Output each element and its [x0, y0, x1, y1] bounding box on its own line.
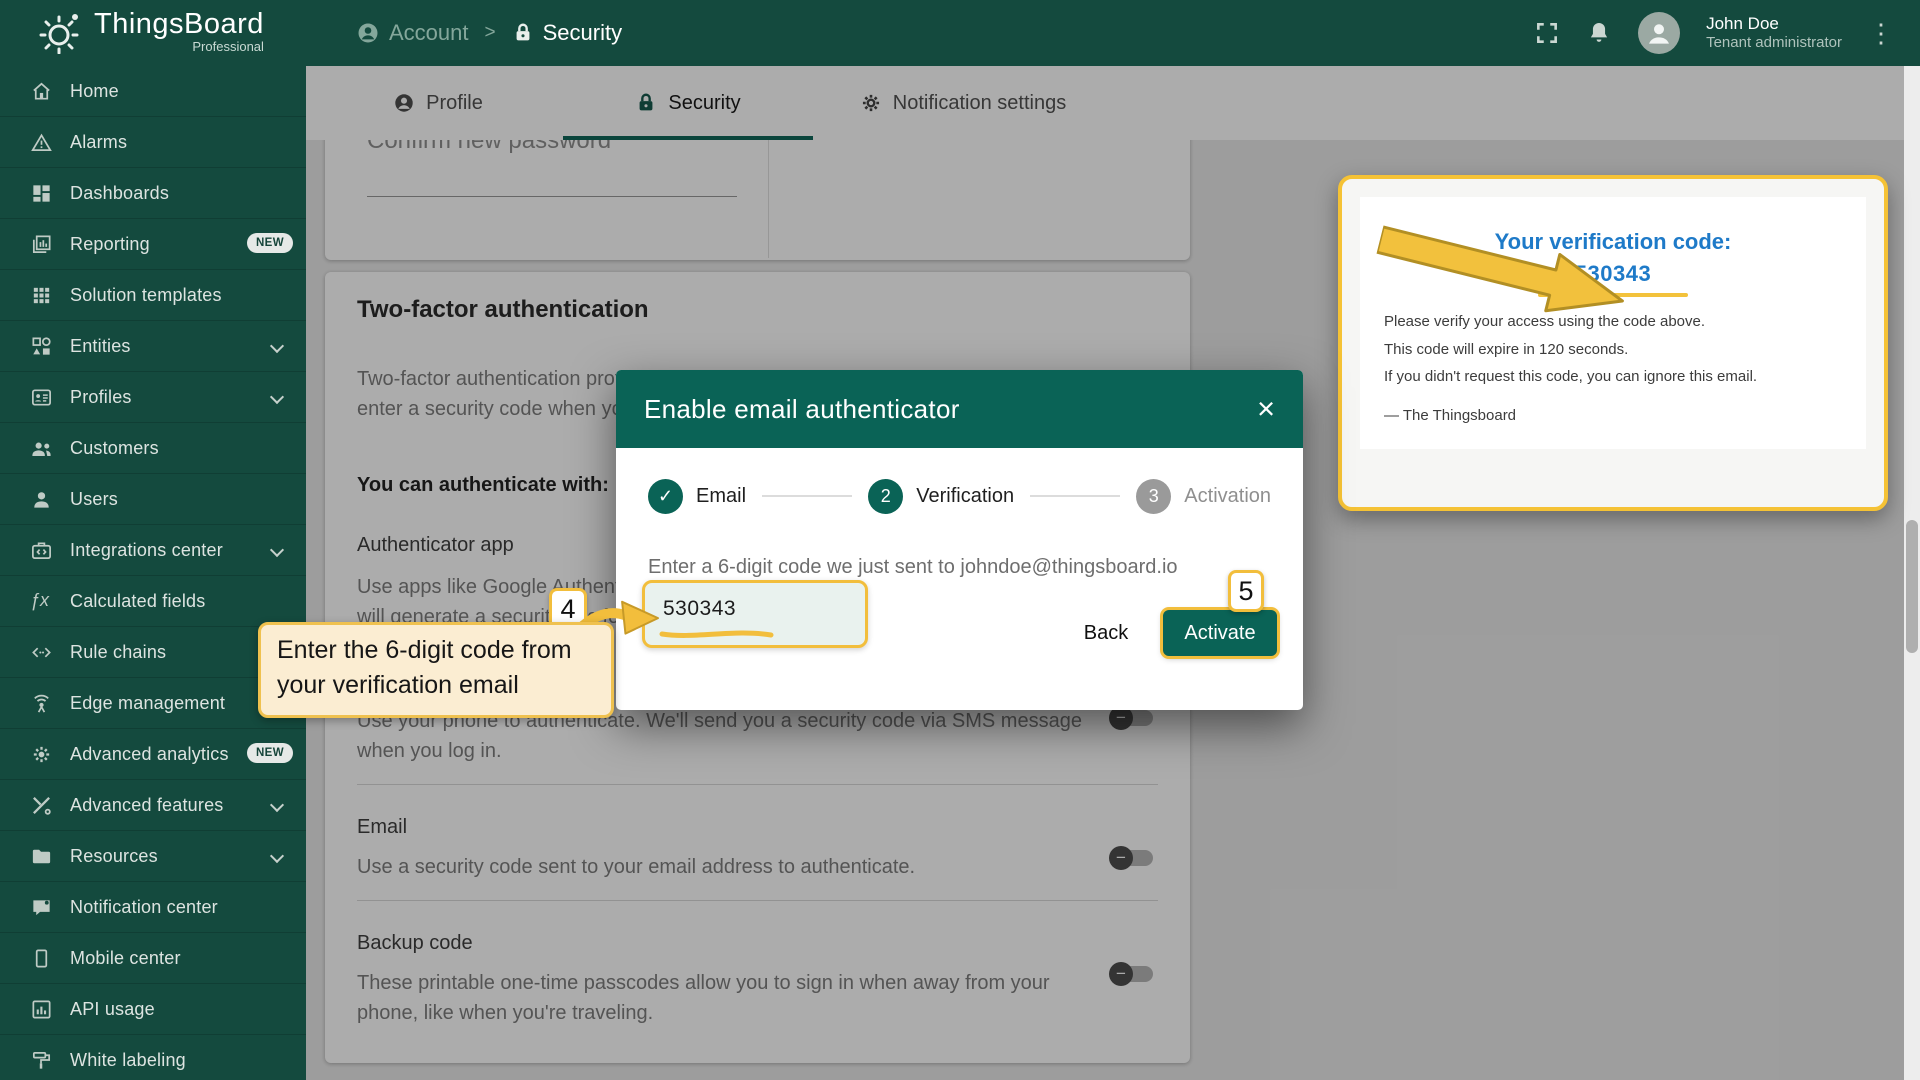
notification-center-icon	[30, 896, 53, 919]
sidebar: Home Alarms Dashboards Reporting NEW Sol…	[0, 66, 306, 1080]
rule-chains-icon	[30, 641, 53, 664]
dialog-instruction: Enter a 6-digit code we just sent to joh…	[648, 556, 1178, 579]
sidebar-item-api-usage[interactable]: API usage	[0, 984, 306, 1035]
email-signature: — The Thingsboard	[1384, 407, 1516, 424]
chevron-down-icon	[270, 849, 284, 863]
sidebar-item-alarms[interactable]: Alarms	[0, 117, 306, 168]
breadcrumb-account[interactable]: Account	[356, 20, 469, 46]
resources-folder-icon	[30, 845, 53, 868]
avatar[interactable]	[1638, 12, 1680, 54]
user-role: Tenant administrator	[1706, 34, 1842, 53]
brand-name: ThingsBoard	[94, 8, 264, 41]
alarms-icon	[30, 131, 53, 154]
customers-icon	[30, 437, 53, 460]
verification-code-input[interactable]	[663, 597, 843, 621]
step-activation[interactable]: 3 Activation	[1136, 479, 1271, 514]
enable-email-authenticator-dialog: Enable email authenticator × ✓ Email 2 V…	[616, 370, 1303, 710]
users-icon	[30, 488, 53, 511]
app-header: ThingsBoard Professional Account >	[0, 0, 1920, 66]
entities-icon	[30, 335, 53, 358]
annotation-tooltip: Enter the 6-digit code from your verific…	[258, 622, 614, 718]
thingsboard-logo-icon	[38, 8, 84, 54]
breadcrumb: Account > Security	[356, 0, 622, 66]
sidebar-item-resources[interactable]: Resources	[0, 831, 306, 882]
dashboards-icon	[30, 182, 53, 205]
account-person-icon	[356, 21, 380, 45]
verification-email-preview: Your verification code: 530343 Please ve…	[1338, 175, 1888, 511]
sidebar-item-white-labeling[interactable]: White labeling	[0, 1035, 306, 1080]
user-info[interactable]: John Doe Tenant administrator	[1706, 13, 1842, 53]
close-icon[interactable]: ×	[1247, 390, 1285, 428]
sidebar-item-home[interactable]: Home	[0, 66, 306, 117]
fullscreen-icon[interactable]	[1534, 20, 1560, 46]
sidebar-item-reporting[interactable]: Reporting NEW	[0, 219, 306, 270]
sidebar-item-customers[interactable]: Customers	[0, 423, 306, 474]
new-badge: NEW	[247, 233, 293, 253]
sidebar-item-solution-templates[interactable]: Solution templates	[0, 270, 306, 321]
advanced-features-icon	[30, 794, 53, 817]
email-line: This code will expire in 120 seconds.	[1384, 341, 1628, 358]
step-number: 3	[1136, 479, 1171, 514]
sidebar-item-calculated-fields[interactable]: ƒx Calculated fields	[0, 576, 306, 627]
sidebar-item-profiles[interactable]: Profiles	[0, 372, 306, 423]
header-actions: John Doe Tenant administrator ⋮	[1534, 0, 1894, 66]
stepper-connector	[1030, 495, 1120, 497]
lock-icon	[512, 22, 534, 44]
annotation-underline	[659, 627, 779, 641]
step-check-icon: ✓	[648, 479, 683, 514]
step-verification[interactable]: 2 Verification	[868, 479, 1014, 514]
breadcrumb-separator: >	[485, 22, 496, 44]
white-labeling-icon	[30, 1049, 53, 1072]
notifications-bell-icon[interactable]	[1586, 20, 1612, 46]
annotation-step-5-badge: 5	[1228, 570, 1264, 612]
sidebar-item-notification-center[interactable]: Notification center	[0, 882, 306, 933]
sidebar-item-dashboards[interactable]: Dashboards	[0, 168, 306, 219]
sidebar-item-users[interactable]: Users	[0, 474, 306, 525]
breadcrumb-security: Security	[512, 20, 622, 46]
chevron-down-icon	[270, 543, 284, 557]
dialog-title: Enable email authenticator	[644, 394, 960, 425]
sidebar-item-mobile-center[interactable]: Mobile center	[0, 933, 306, 984]
brand: ThingsBoard Professional	[38, 8, 264, 54]
scrollbar-thumb[interactable]	[1906, 520, 1918, 653]
solution-templates-icon	[30, 284, 53, 307]
sidebar-item-advanced-analytics[interactable]: Advanced analytics NEW	[0, 729, 306, 780]
user-name: John Doe	[1706, 13, 1842, 34]
page-scrollbar	[1904, 66, 1920, 1080]
api-usage-icon	[30, 998, 53, 1021]
chevron-down-icon	[270, 390, 284, 404]
function-icon: ƒx	[30, 590, 53, 613]
sidebar-item-integrations-center[interactable]: Integrations center	[0, 525, 306, 576]
stepper-connector	[762, 495, 852, 497]
dialog-header: Enable email authenticator ×	[616, 370, 1303, 448]
step-number: 2	[868, 479, 903, 514]
sidebar-item-advanced-features[interactable]: Advanced features	[0, 780, 306, 831]
new-badge: NEW	[247, 743, 293, 763]
sidebar-item-entities[interactable]: Entities	[0, 321, 306, 372]
profiles-icon	[30, 386, 53, 409]
stepper: ✓ Email 2 Verification 3 Activation	[648, 474, 1271, 518]
activate-button[interactable]: Activate	[1163, 610, 1277, 656]
edge-management-icon	[30, 692, 53, 715]
back-button[interactable]: Back	[1071, 610, 1141, 656]
advanced-analytics-icon	[30, 743, 53, 766]
email-line: If you didn't request this code, you can…	[1384, 368, 1757, 385]
step-email[interactable]: ✓ Email	[648, 479, 746, 514]
reporting-icon	[30, 233, 53, 256]
code-input-highlight	[642, 580, 868, 648]
integrations-icon	[30, 539, 53, 562]
avatar-person-icon	[1644, 18, 1674, 48]
mobile-center-icon	[30, 947, 53, 970]
home-icon	[30, 80, 53, 103]
brand-subtitle: Professional	[94, 39, 264, 54]
chevron-down-icon	[270, 339, 284, 353]
thingsboard-app: ThingsBoard Professional Account >	[0, 0, 1920, 1080]
chevron-down-icon	[270, 798, 284, 812]
more-menu-icon[interactable]: ⋮	[1868, 20, 1894, 46]
